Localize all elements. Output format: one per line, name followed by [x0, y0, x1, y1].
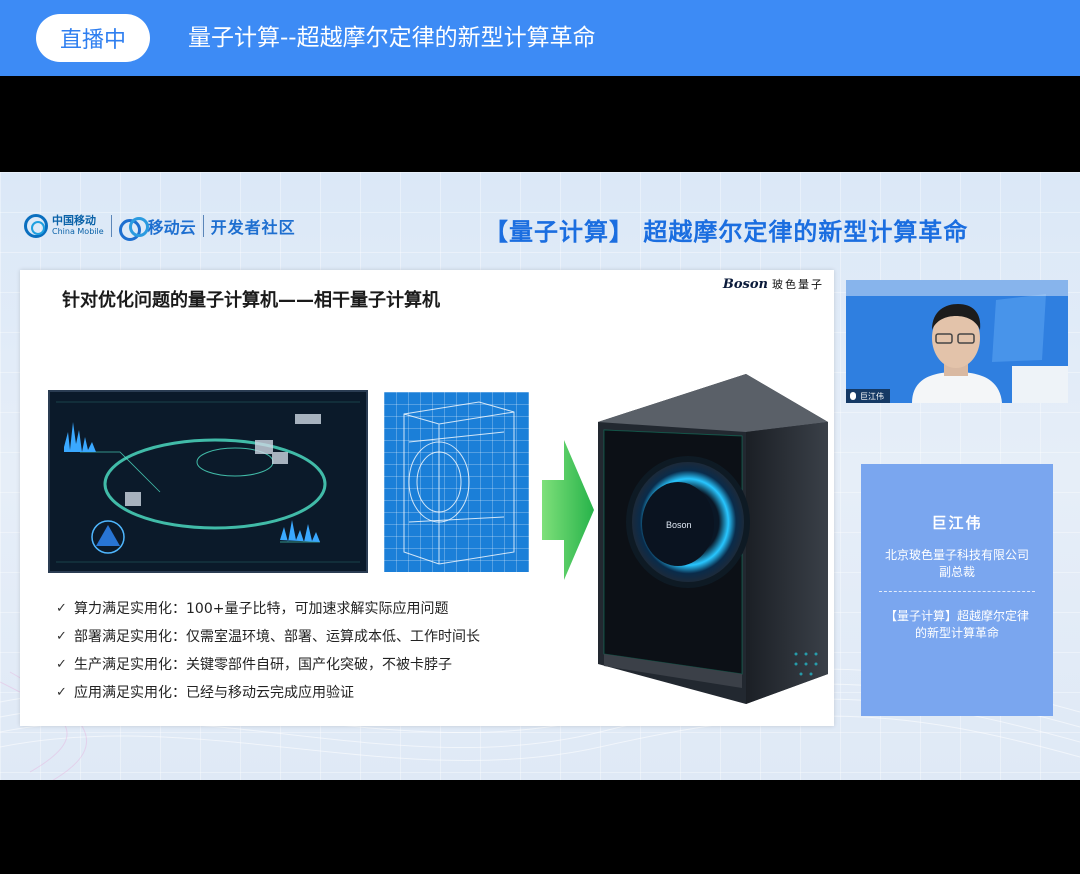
speaker-info-card: 巨江伟 北京玻色量子科技有限公司 副总裁 【量子计算】超越摩尔定律的新型计算革命 [861, 464, 1053, 716]
microphone-icon [850, 392, 856, 400]
presenter-video [846, 280, 1068, 403]
machine-wireframe-image [384, 392, 529, 572]
divider [110, 215, 112, 237]
boson-logo: Boson 玻色量子 [723, 276, 824, 292]
checkmark-icon: ✓ [56, 628, 67, 644]
presenter-name-badge: 巨江伟 [846, 389, 890, 403]
china-mobile-text: 中国移动 China Mobile [52, 215, 104, 237]
banner-bracket: 【量子计算】 [484, 218, 634, 246]
banner-title-text: 超越摩尔定律的新型计算革命 [643, 218, 969, 246]
quantum-computer-image: Boson [596, 374, 830, 704]
speaker-company: 北京玻色量子科技有限公司 副总裁 [861, 547, 1053, 581]
mobile-cloud-logo-icon [118, 215, 149, 241]
presenter-camera[interactable]: 巨江伟 [846, 280, 1068, 403]
speaker-role: 副总裁 [938, 565, 975, 579]
live-status-button[interactable]: 直播中 [36, 14, 150, 62]
speaker-company-name: 北京玻色量子科技有限公司 [884, 548, 1029, 562]
checkmark-icon: ✓ [56, 656, 67, 672]
brand-bar: 中国移动 China Mobile 移动云 开发者社区 [24, 212, 296, 241]
mobile-cloud-name: 移动云 [147, 218, 196, 237]
boson-logo-cn: 玻色量子 [772, 278, 824, 291]
list-item: ✓ 算力满足实用化：100+量子比特，可加速求解实际应用问题 [56, 594, 480, 622]
developer-community-name: 开发者社区 [210, 218, 296, 237]
boson-logo-mark: Boson [722, 276, 768, 292]
divider [879, 591, 1035, 592]
quantum-loop-diagram-image [48, 390, 368, 573]
list-item-text: 应用满足实用化：已经与移动云完成应用验证 [74, 685, 354, 701]
stream-title: 量子计算--超越摩尔定律的新型计算革命 [188, 25, 596, 51]
event-banner-title: 【量子计算】 超越摩尔定律的新型计算革命 [484, 212, 968, 247]
list-item-text: 部署满足实用化：仅需室温环境、部署、运算成本低、工作时间长 [74, 629, 480, 645]
list-item: ✓ 应用满足实用化：已经与移动云完成应用验证 [56, 678, 480, 706]
list-item-text: 算力满足实用化：100+量子比特，可加速求解实际应用问题 [74, 601, 449, 617]
machine-brand-label: Boson [666, 520, 692, 530]
checkmark-icon: ✓ [56, 684, 67, 700]
top-bar: 直播中 量子计算--超越摩尔定律的新型计算革命 [0, 0, 1080, 76]
video-player[interactable]: 中国移动 China Mobile 移动云 开发者社区 【量子计算】 超越摩尔定… [0, 172, 1080, 780]
slide-title: 针对优化问题的量子计算机——相干量子计算机 [62, 290, 440, 311]
china-mobile-en: China Mobile [52, 227, 104, 236]
presenter-cam-name: 巨江伟 [860, 391, 884, 401]
speaker-name: 巨江伟 [931, 514, 983, 532]
china-mobile-logo-icon [24, 214, 48, 238]
list-item: ✓ 部署满足实用化：仅需室温环境、部署、运算成本低、工作时间长 [56, 622, 480, 650]
list-item: ✓ 生产满足实用化：关键零部件自研，国产化突破，不被卡脖子 [56, 650, 480, 678]
speaker-topic: 【量子计算】超越摩尔定律的新型计算革命 [884, 609, 1029, 640]
presentation-slide: 针对优化问题的量子计算机——相干量子计算机 Boson 玻色量子 Boson ✓… [20, 270, 834, 726]
china-mobile-cn: 中国移动 [52, 214, 96, 227]
checkmark-icon: ✓ [56, 600, 67, 616]
list-item-text: 生产满足实用化：关键零部件自研，国产化突破，不被卡脖子 [74, 657, 452, 673]
arrow-right-icon [542, 440, 594, 580]
divider [202, 215, 204, 237]
feature-list: ✓ 算力满足实用化：100+量子比特，可加速求解实际应用问题 ✓ 部署满足实用化… [56, 594, 480, 706]
